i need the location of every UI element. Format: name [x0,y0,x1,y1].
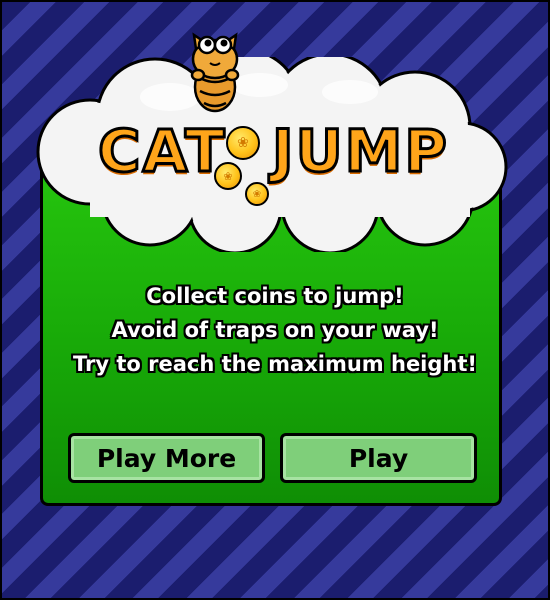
game-logo: CAT JUMP [94,110,454,210]
logo-word-cat: CAT [97,117,227,185]
instruction-line: Avoid of traps on your way! [111,318,439,342]
play-more-button[interactable]: Play More [68,433,265,483]
paw-coin-icon: ❀ [214,162,242,190]
logo-word-jump: JUMP [271,117,449,185]
paw-coin-icon: ❀ [245,182,269,206]
instruction-line: Collect coins to jump! [146,284,404,308]
cat-character-icon [190,32,240,113]
play-button[interactable]: Play [280,433,477,483]
game-screen: CAT JUMP ❀ ❀ ❀ Collect coins to jump! Av… [0,0,550,600]
instruction-line: Try to reach the maximum height! [73,352,477,376]
paw-coin-icon: ❀ [226,126,260,160]
